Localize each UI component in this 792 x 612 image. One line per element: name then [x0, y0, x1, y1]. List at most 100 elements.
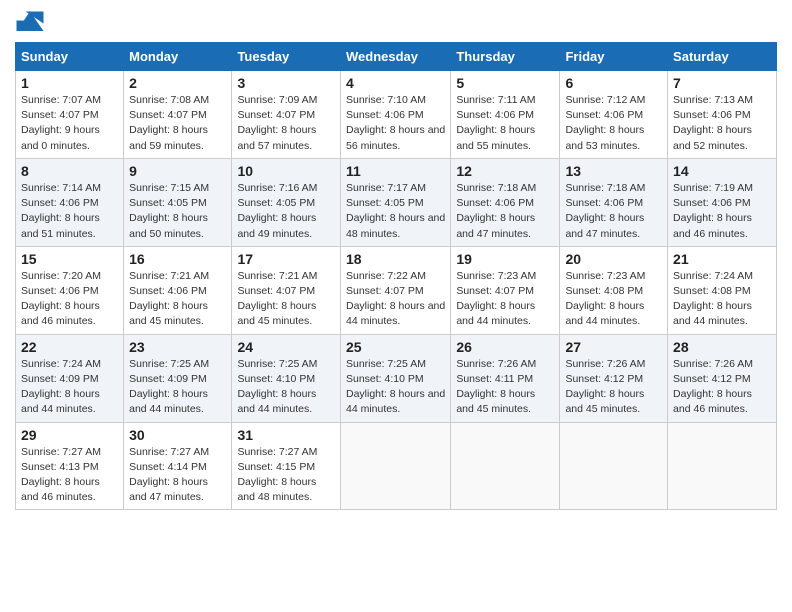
sunrise-label: Sunrise: 7:27 AM	[237, 446, 317, 458]
daylight-label: Daylight: 8 hours and 47 minutes.	[565, 212, 644, 239]
day-detail: Sunrise: 7:27 AM Sunset: 4:14 PM Dayligh…	[129, 445, 226, 506]
daylight-label: Daylight: 8 hours and 48 minutes.	[237, 476, 316, 503]
calendar-cell: 31 Sunrise: 7:27 AM Sunset: 4:15 PM Dayl…	[232, 422, 341, 510]
day-number: 22	[21, 339, 118, 355]
day-number: 23	[129, 339, 226, 355]
daylight-label: Daylight: 8 hours and 44 minutes.	[673, 300, 752, 327]
calendar-cell: 26 Sunrise: 7:26 AM Sunset: 4:11 PM Dayl…	[451, 334, 560, 422]
page-header	[15, 10, 777, 34]
sunset-label: Sunset: 4:06 PM	[673, 197, 751, 209]
daylight-label: Daylight: 8 hours and 44 minutes.	[346, 388, 445, 415]
daylight-label: Daylight: 8 hours and 46 minutes.	[21, 300, 100, 327]
sunrise-label: Sunrise: 7:23 AM	[456, 270, 536, 282]
sunset-label: Sunset: 4:06 PM	[21, 285, 99, 297]
calendar-header-row: SundayMondayTuesdayWednesdayThursdayFrid…	[16, 43, 777, 71]
sunrise-label: Sunrise: 7:08 AM	[129, 94, 209, 106]
calendar-cell: 27 Sunrise: 7:26 AM Sunset: 4:12 PM Dayl…	[560, 334, 668, 422]
calendar-cell: 5 Sunrise: 7:11 AM Sunset: 4:06 PM Dayli…	[451, 71, 560, 159]
day-detail: Sunrise: 7:07 AM Sunset: 4:07 PM Dayligh…	[21, 93, 118, 154]
day-detail: Sunrise: 7:08 AM Sunset: 4:07 PM Dayligh…	[129, 93, 226, 154]
calendar-cell	[560, 422, 668, 510]
sunset-label: Sunset: 4:15 PM	[237, 461, 315, 473]
day-detail: Sunrise: 7:20 AM Sunset: 4:06 PM Dayligh…	[21, 269, 118, 330]
day-number: 25	[346, 339, 445, 355]
calendar-cell: 20 Sunrise: 7:23 AM Sunset: 4:08 PM Dayl…	[560, 246, 668, 334]
sunset-label: Sunset: 4:08 PM	[673, 285, 751, 297]
day-detail: Sunrise: 7:27 AM Sunset: 4:13 PM Dayligh…	[21, 445, 118, 506]
day-number: 13	[565, 163, 662, 179]
sunrise-label: Sunrise: 7:25 AM	[346, 358, 426, 370]
day-detail: Sunrise: 7:09 AM Sunset: 4:07 PM Dayligh…	[237, 93, 335, 154]
sunrise-label: Sunrise: 7:20 AM	[21, 270, 101, 282]
daylight-label: Daylight: 8 hours and 46 minutes.	[21, 476, 100, 503]
day-number: 9	[129, 163, 226, 179]
day-number: 28	[673, 339, 771, 355]
day-detail: Sunrise: 7:17 AM Sunset: 4:05 PM Dayligh…	[346, 181, 445, 242]
day-number: 17	[237, 251, 335, 267]
daylight-label: Daylight: 8 hours and 51 minutes.	[21, 212, 100, 239]
day-detail: Sunrise: 7:10 AM Sunset: 4:06 PM Dayligh…	[346, 93, 445, 154]
sunrise-label: Sunrise: 7:24 AM	[21, 358, 101, 370]
day-number: 7	[673, 75, 771, 91]
day-number: 14	[673, 163, 771, 179]
day-detail: Sunrise: 7:26 AM Sunset: 4:12 PM Dayligh…	[565, 357, 662, 418]
day-number: 3	[237, 75, 335, 91]
sunset-label: Sunset: 4:06 PM	[21, 197, 99, 209]
day-detail: Sunrise: 7:25 AM Sunset: 4:10 PM Dayligh…	[346, 357, 445, 418]
sunrise-label: Sunrise: 7:10 AM	[346, 94, 426, 106]
daylight-label: Daylight: 8 hours and 44 minutes.	[346, 300, 445, 327]
calendar-week-row: 29 Sunrise: 7:27 AM Sunset: 4:13 PM Dayl…	[16, 422, 777, 510]
sunrise-label: Sunrise: 7:19 AM	[673, 182, 753, 194]
daylight-label: Daylight: 8 hours and 44 minutes.	[129, 388, 208, 415]
sunset-label: Sunset: 4:12 PM	[673, 373, 751, 385]
calendar-cell: 30 Sunrise: 7:27 AM Sunset: 4:14 PM Dayl…	[124, 422, 232, 510]
sunrise-label: Sunrise: 7:09 AM	[237, 94, 317, 106]
calendar-cell: 13 Sunrise: 7:18 AM Sunset: 4:06 PM Dayl…	[560, 158, 668, 246]
calendar-cell: 22 Sunrise: 7:24 AM Sunset: 4:09 PM Dayl…	[16, 334, 124, 422]
day-number: 27	[565, 339, 662, 355]
sunset-label: Sunset: 4:05 PM	[129, 197, 207, 209]
calendar-cell: 7 Sunrise: 7:13 AM Sunset: 4:06 PM Dayli…	[668, 71, 777, 159]
sunset-label: Sunset: 4:09 PM	[21, 373, 99, 385]
sunrise-label: Sunrise: 7:15 AM	[129, 182, 209, 194]
daylight-label: Daylight: 8 hours and 52 minutes.	[673, 124, 752, 151]
sunrise-label: Sunrise: 7:18 AM	[565, 182, 645, 194]
sunset-label: Sunset: 4:06 PM	[129, 285, 207, 297]
day-detail: Sunrise: 7:25 AM Sunset: 4:09 PM Dayligh…	[129, 357, 226, 418]
logo	[15, 10, 49, 34]
sunset-label: Sunset: 4:11 PM	[456, 373, 533, 385]
sunrise-label: Sunrise: 7:18 AM	[456, 182, 536, 194]
calendar-cell: 16 Sunrise: 7:21 AM Sunset: 4:06 PM Dayl…	[124, 246, 232, 334]
day-number: 11	[346, 163, 445, 179]
calendar-cell	[451, 422, 560, 510]
calendar-cell	[668, 422, 777, 510]
sunset-label: Sunset: 4:14 PM	[129, 461, 207, 473]
sunrise-label: Sunrise: 7:25 AM	[237, 358, 317, 370]
daylight-label: Daylight: 8 hours and 44 minutes.	[456, 300, 535, 327]
calendar-cell: 1 Sunrise: 7:07 AM Sunset: 4:07 PM Dayli…	[16, 71, 124, 159]
day-detail: Sunrise: 7:27 AM Sunset: 4:15 PM Dayligh…	[237, 445, 335, 506]
daylight-label: Daylight: 8 hours and 56 minutes.	[346, 124, 445, 151]
sunrise-label: Sunrise: 7:23 AM	[565, 270, 645, 282]
day-number: 1	[21, 75, 118, 91]
day-detail: Sunrise: 7:13 AM Sunset: 4:06 PM Dayligh…	[673, 93, 771, 154]
daylight-label: Daylight: 8 hours and 49 minutes.	[237, 212, 316, 239]
sunrise-label: Sunrise: 7:17 AM	[346, 182, 426, 194]
day-detail: Sunrise: 7:12 AM Sunset: 4:06 PM Dayligh…	[565, 93, 662, 154]
day-number: 10	[237, 163, 335, 179]
daylight-label: Daylight: 8 hours and 50 minutes.	[129, 212, 208, 239]
day-of-week-header: Sunday	[16, 43, 124, 71]
calendar-cell: 28 Sunrise: 7:26 AM Sunset: 4:12 PM Dayl…	[668, 334, 777, 422]
day-number: 12	[456, 163, 554, 179]
sunrise-label: Sunrise: 7:26 AM	[673, 358, 753, 370]
calendar-cell: 2 Sunrise: 7:08 AM Sunset: 4:07 PM Dayli…	[124, 71, 232, 159]
day-number: 20	[565, 251, 662, 267]
sunset-label: Sunset: 4:07 PM	[21, 109, 99, 121]
sunset-label: Sunset: 4:07 PM	[129, 109, 207, 121]
sunset-label: Sunset: 4:10 PM	[237, 373, 315, 385]
day-of-week-header: Saturday	[668, 43, 777, 71]
day-number: 2	[129, 75, 226, 91]
sunrise-label: Sunrise: 7:11 AM	[456, 94, 535, 106]
day-detail: Sunrise: 7:19 AM Sunset: 4:06 PM Dayligh…	[673, 181, 771, 242]
sunrise-label: Sunrise: 7:27 AM	[21, 446, 101, 458]
